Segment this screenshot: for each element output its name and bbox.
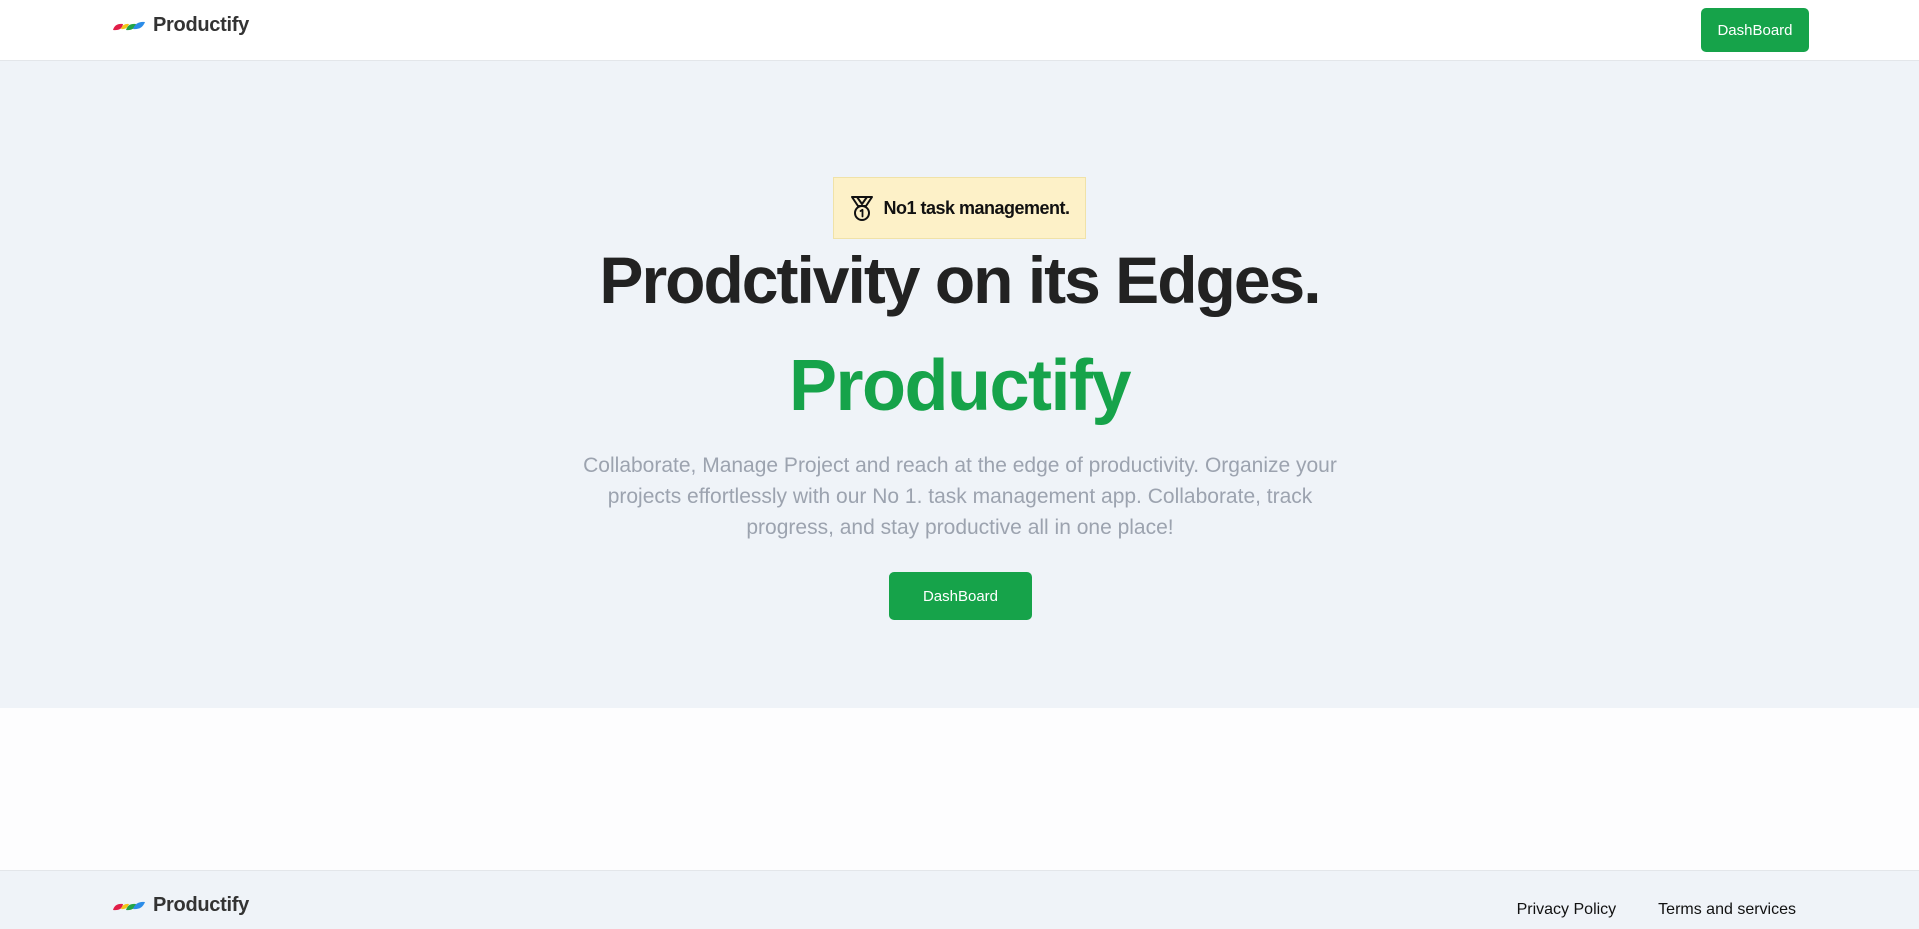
hero-dashboard-button[interactable]: DashBoard	[889, 572, 1032, 620]
productify-logo-icon	[113, 21, 145, 30]
medal-icon	[851, 196, 874, 221]
hero-description: Collaborate, Manage Project and reach at…	[583, 454, 1337, 539]
hero-brand-title: Productify	[788, 346, 1132, 426]
footer-links: Privacy Policy Terms and services	[1517, 901, 1796, 919]
footer: Productify Privacy Policy Terms and serv…	[0, 870, 1919, 929]
footer-brand-link[interactable]: Productify	[112, 894, 249, 917]
hero-headline: Prodctivity on its Edges.	[599, 243, 1321, 317]
top-navbar: Productify DashBoard	[0, 0, 1919, 61]
terms-and-services-link[interactable]: Terms and services	[1658, 901, 1796, 919]
hero-section: No1 task management. Prodctivity on its …	[0, 61, 1919, 708]
badge-text: No1 task management.	[883, 197, 1070, 218]
brand-name: Productify	[153, 14, 249, 36]
brand-logo-link[interactable]: Productify	[112, 14, 249, 37]
privacy-policy-link[interactable]: Privacy Policy	[1517, 901, 1617, 919]
productify-logo-icon	[113, 901, 145, 910]
footer-brand-name: Productify	[153, 894, 249, 916]
dashboard-button[interactable]: DashBoard	[1701, 8, 1809, 52]
badge: No1 task management.	[833, 177, 1086, 239]
